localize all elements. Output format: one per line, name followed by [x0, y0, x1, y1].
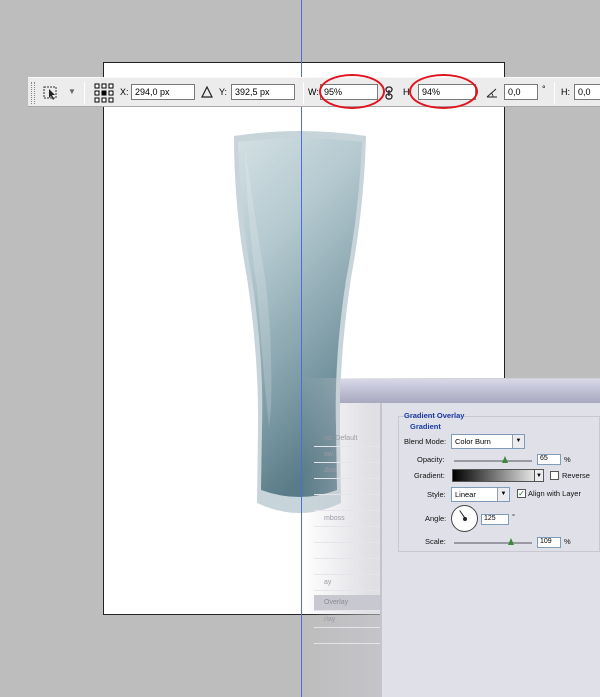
layer-style-title-bar[interactable]	[340, 379, 600, 403]
section-title: Gradient Overlay	[404, 411, 465, 420]
x-position-input[interactable]: 294,0 px	[131, 84, 195, 100]
style-label: Style:	[427, 490, 446, 499]
list-item-outer-glow[interactable]	[314, 479, 380, 495]
list-item-inner-shadow[interactable]: dow	[314, 463, 380, 479]
dropdown-arrow-icon[interactable]: ▼	[512, 435, 524, 448]
layer-style-list: ns: Default ow dow mboss ay Overlay rlay	[314, 413, 380, 697]
list-item-inner-glow[interactable]	[314, 495, 380, 511]
opacity-percent: %	[564, 455, 571, 464]
style-select[interactable]: Linear ▼	[451, 487, 510, 502]
list-item-color-overlay[interactable]: ay	[314, 575, 380, 591]
list-item-blending-options[interactable]: ns: Default	[314, 431, 380, 447]
list-item-pattern-overlay[interactable]: rlay	[314, 612, 380, 628]
group-title: Gradient	[410, 422, 441, 431]
scale-slider-thumb[interactable]	[507, 538, 514, 545]
scale-label: Scale:	[425, 537, 446, 546]
toolbar-grip[interactable]	[31, 82, 35, 104]
list-item-contour[interactable]	[314, 527, 380, 543]
highlight-width-ring	[319, 74, 385, 109]
blend-mode-value: Color Burn	[455, 437, 491, 446]
align-with-layer-checkbox[interactable]: ✓	[517, 489, 526, 498]
list-item-drop-shadow[interactable]: ow	[314, 447, 380, 463]
blend-mode-label: Blend Mode:	[404, 437, 447, 446]
dropdown-arrow-icon[interactable]: ▼	[497, 488, 509, 501]
maintain-aspect-ratio-link-icon[interactable]	[384, 86, 394, 100]
separator	[554, 82, 555, 104]
highlight-height-ring	[409, 74, 478, 109]
gradient-label: Gradient:	[414, 471, 445, 480]
x-label: X:	[120, 87, 129, 97]
separator	[303, 82, 304, 104]
rotate-angle-icon	[486, 88, 497, 98]
blend-mode-select[interactable]: Color Burn ▼	[451, 434, 525, 449]
opacity-label: Opacity:	[417, 455, 445, 464]
scale-slider-track[interactable]	[454, 542, 532, 544]
reverse-checkbox[interactable]	[550, 471, 559, 480]
gradient-dropdown-arrow-icon[interactable]: ▼	[534, 469, 544, 482]
scale-input[interactable]: 109	[537, 537, 561, 548]
angle-label: Angle:	[425, 514, 447, 523]
horizontal-skew-input[interactable]: 0,0	[574, 84, 600, 100]
opacity-input[interactable]: 65	[537, 454, 561, 465]
y-position-input[interactable]: 392,5 px	[231, 84, 295, 100]
separator	[84, 82, 85, 104]
opacity-slider-thumb[interactable]	[501, 456, 508, 463]
tool-preset-arrow-icon[interactable]: ▼	[68, 87, 76, 96]
scale-percent: %	[564, 537, 571, 546]
degree-symbol: °	[542, 84, 546, 94]
angle-input[interactable]: 125	[481, 514, 509, 525]
reverse-label: Reverse	[562, 471, 590, 480]
list-item-gradient-overlay[interactable]: Overlay	[314, 595, 380, 611]
rotate-angle-input[interactable]: 0,0	[504, 84, 538, 100]
opacity-slider-track[interactable]	[454, 460, 532, 462]
angle-dial-center	[463, 517, 467, 521]
list-item-satin[interactable]	[314, 559, 380, 575]
reference-point-icon[interactable]	[94, 83, 114, 103]
list-item-stroke[interactable]	[314, 628, 380, 644]
list-item-bevel-emboss[interactable]: mboss	[314, 511, 380, 527]
free-transform-tool-icon[interactable]	[43, 85, 61, 101]
gradient-preview[interactable]	[452, 469, 544, 482]
y-label: Y:	[219, 87, 228, 97]
angle-dial[interactable]	[451, 505, 478, 532]
width-label: W:	[308, 87, 319, 97]
photoshop-workspace: ▼ X: 294,0 px Y: 392,5 px W: 95% H: 94%	[0, 0, 600, 697]
options-bar: ▼ X: 294,0 px Y: 392,5 px W: 95% H: 94%	[28, 77, 600, 107]
style-value: Linear	[455, 490, 476, 499]
horizontal-skew-label: H:	[561, 87, 570, 97]
relative-position-icon[interactable]	[201, 86, 213, 98]
list-item-texture[interactable]	[314, 543, 380, 559]
align-with-layer-label: Align with Layer	[528, 489, 581, 498]
angle-degree: °	[512, 512, 515, 521]
